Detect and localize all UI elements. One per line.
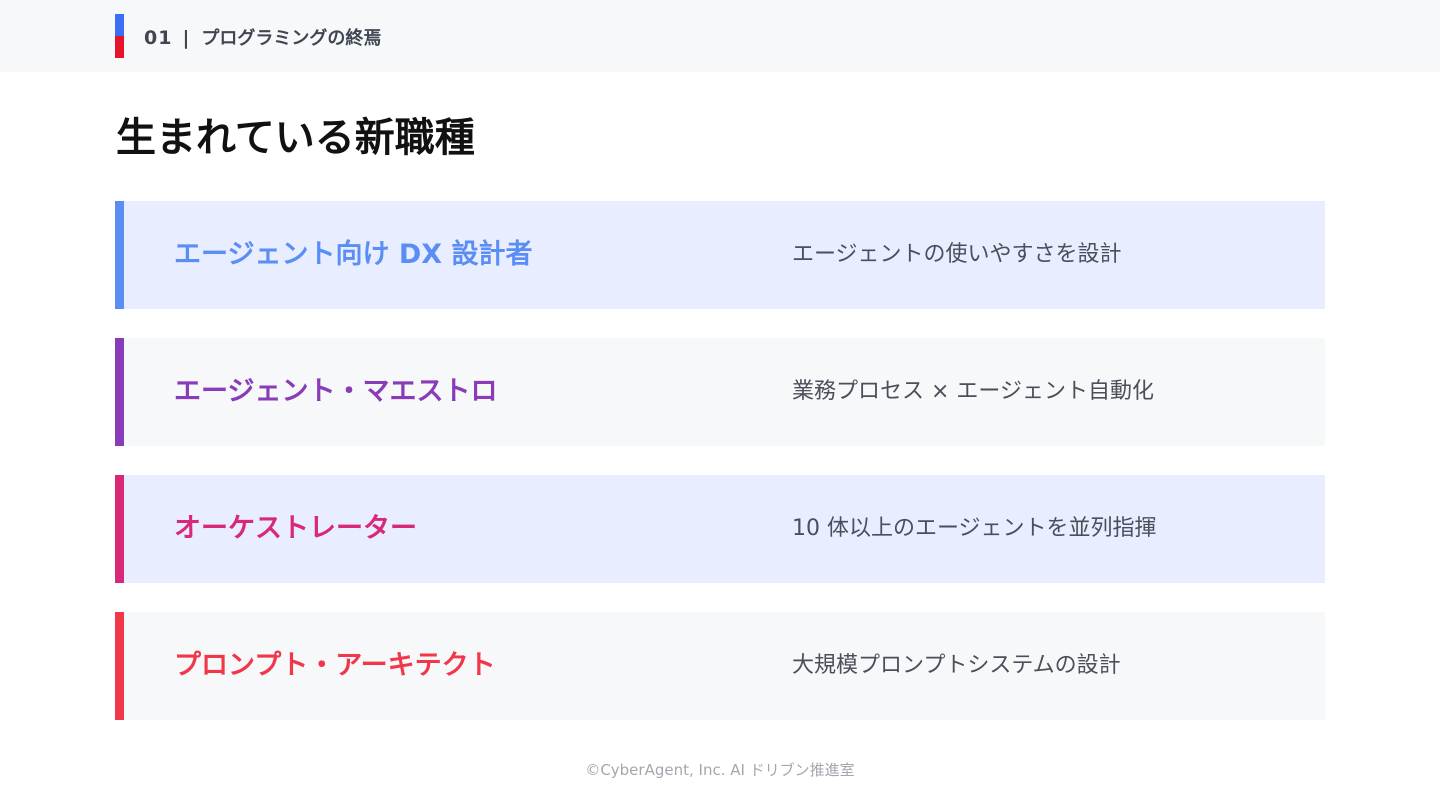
role-card-agent-maestro: エージェント・マエストロ 業務プロセス × エージェント自動化 xyxy=(115,338,1325,446)
accent-bar-blue xyxy=(115,14,124,36)
role-card-stripe xyxy=(115,338,124,446)
role-description: 10 体以上のエージェントを並列指揮 xyxy=(792,516,1157,541)
section-header: 01 | プログラミングの終焉 xyxy=(0,0,1440,72)
section-accent-bar xyxy=(115,14,124,58)
role-title: エージェント・マエストロ xyxy=(174,376,498,407)
section-separator: | xyxy=(182,27,190,49)
role-title: オーケストレーター xyxy=(174,513,417,544)
role-card-stripe xyxy=(115,201,124,309)
role-title: エージェント向け DX 設計者 xyxy=(174,239,533,270)
section-number: 01 xyxy=(144,27,173,49)
page-title: 生まれている新職種 xyxy=(116,115,475,161)
role-card-orchestrator: オーケストレーター 10 体以上のエージェントを並列指揮 xyxy=(115,475,1325,583)
role-title: プロンプト・アーキテクト xyxy=(174,650,496,681)
role-card-stripe xyxy=(115,612,124,720)
accent-bar-red xyxy=(115,36,124,58)
role-description: 業務プロセス × エージェント自動化 xyxy=(792,379,1154,404)
role-description: エージェントの使いやすさを設計 xyxy=(792,242,1122,267)
section-label: 01 | プログラミングの終焉 xyxy=(144,24,381,52)
role-description: 大規模プロンプトシステムの設計 xyxy=(792,653,1121,678)
role-card-dx-designer: エージェント向け DX 設計者 エージェントの使いやすさを設計 xyxy=(115,201,1325,309)
role-card-stripe xyxy=(115,475,124,583)
role-card-prompt-architect: プロンプト・アーキテクト 大規模プロンプトシステムの設計 xyxy=(115,612,1325,720)
footer-copyright: ©CyberAgent, Inc. AI ドリブン推進室 xyxy=(585,761,855,779)
section-title: プログラミングの終焉 xyxy=(201,28,382,49)
